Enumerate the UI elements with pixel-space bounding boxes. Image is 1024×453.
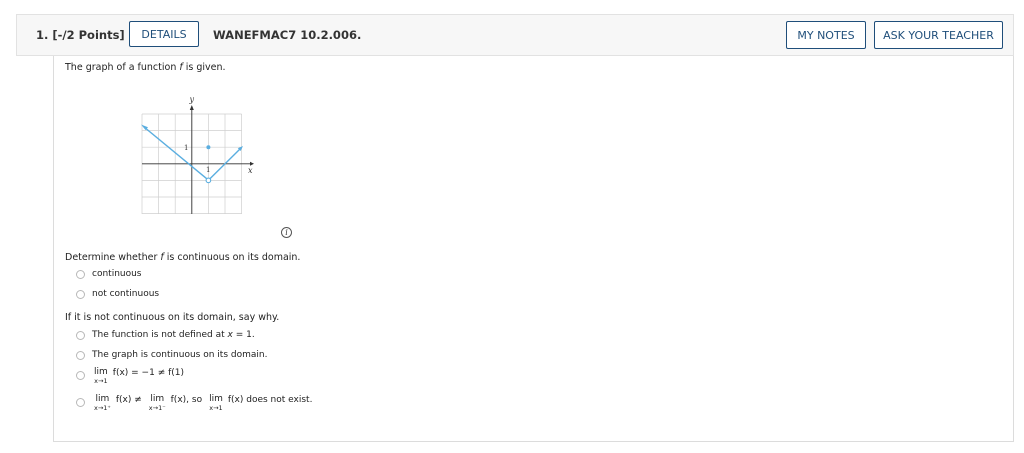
info-icon[interactable]: i [281,227,292,238]
option-continuous[interactable]: continuous [76,269,142,279]
option-label: The graph is continuous on its domain. [92,350,268,360]
filled-point [206,145,211,150]
question-header: 1. [-/2 Points] DETAILS WANEFMAC7 10.2.0… [16,14,1014,56]
option-label: The function is not defined at x = 1. [92,330,255,340]
option-label: continuous [92,269,142,279]
two-sided-limit: lim x→1 [209,394,223,412]
question-id: WANEFMAC7 10.2.006. [213,28,362,42]
radio-limit-dne[interactable] [76,398,85,407]
option-graph-continuous[interactable]: The graph is continuous on its domain. [76,350,267,360]
radio-graph-continuous[interactable] [76,350,85,360]
option-limit-dne[interactable]: lim x→1⁺ f(x) ≠ lim x→1⁻ f(x), so lim x→1 f… [76,395,312,412]
option-label: not continuous [92,289,160,299]
open-point [205,177,212,184]
radio-limit-not-equal[interactable] [76,371,85,380]
function-graph: y x 1 1 [141,95,254,214]
x-axis-label: x [248,166,253,175]
question-number: 1. [-/2 Points] [36,28,125,42]
radio-not-continuous[interactable] [76,289,85,299]
y-axis-arrow-icon [189,105,194,110]
details-button[interactable]: DETAILS [129,21,199,47]
option-text: f(x) does not exist. [227,395,313,405]
limit-expression: lim x→1 [94,367,108,385]
my-notes-button[interactable]: MY NOTES [786,21,866,49]
ask-your-teacher-button[interactable]: ASK YOUR TEACHER [874,21,1003,49]
right-limit: lim x→1⁺ [94,394,111,412]
reason-question: If it is not continuous on its domain, s… [65,312,280,323]
question-body: The graph of a function f is given. y x … [53,56,1014,442]
prompt-text: The graph of a function f is given. [65,62,226,73]
option-label: f(x) = −1 ≠ f(1) [112,368,185,378]
option-not-defined[interactable]: The function is not defined at x = 1. [76,330,255,340]
option-limit-not-equal[interactable]: lim x→1 f(x) = −1 ≠ f(1) [76,368,184,385]
left-limit: lim x→1⁻ [148,394,166,412]
y-tick-label: 1 [184,144,188,152]
x-tick-label: 1 [206,166,210,174]
option-not-continuous[interactable]: not continuous [76,289,159,299]
option-text: f(x) ≠ [115,395,142,405]
radio-not-defined[interactable] [76,330,85,340]
option-text: f(x), so [170,395,203,405]
radio-continuous[interactable] [76,269,85,279]
y-axis-label: y [189,95,195,104]
continuity-question: Determine whether f is continuous on its… [65,252,301,263]
